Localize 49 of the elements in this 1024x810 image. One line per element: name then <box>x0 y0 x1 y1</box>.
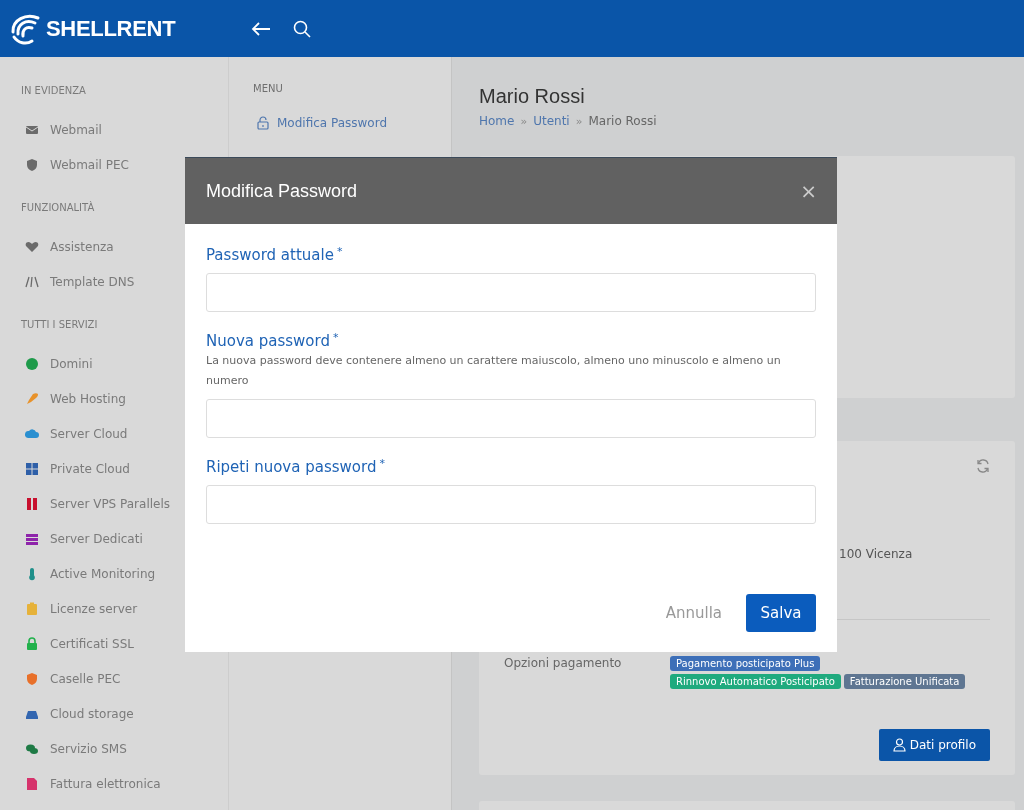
password-field[interactable] <box>206 273 816 312</box>
dialog-title: Modifica Password <box>206 180 358 202</box>
breadcrumb-current: Mario Rossi <box>588 114 657 128</box>
help-text: La nuova password deve contenere almeno un carattere maiuscolo, almeno uno minuscolo e almeno un numero <box>206 353 782 389</box>
field-label: Password attuale <box>206 246 334 264</box>
password-field[interactable] <box>206 399 816 438</box>
breadcrumb-separator: » <box>520 114 528 128</box>
sidebar-item[interactable]: Active Monitoring <box>0 556 228 591</box>
sidebar-item[interactable]: Server Cloud <box>0 416 228 451</box>
sidebar-item[interactable]: Fattura elettronica <box>0 766 228 801</box>
field-label: Ripeti nuova password <box>206 458 377 476</box>
sidebar-item[interactable]: Licenze server <box>0 591 228 626</box>
required-mark: * <box>379 458 385 469</box>
sidebar-item[interactable]: Server VPS Parallels <box>0 486 228 521</box>
sidebar-item[interactable]: Server Dedicati <box>0 521 228 556</box>
payment-tag: Fatturazione Unificata <box>843 674 966 689</box>
menu-link[interactable]: Modifica Password <box>253 116 451 130</box>
page-title: Mario Rossi <box>479 85 586 108</box>
sidebar-item[interactable]: Certificati SSL <box>0 626 228 661</box>
field-label: Nuova password <box>206 332 330 350</box>
section-heading: IN EVIDENZA <box>20 85 87 98</box>
required-mark: * <box>336 246 343 257</box>
refresh-icon[interactable] <box>976 459 990 473</box>
sidebar-item[interactable]: Cloud storage <box>0 696 228 731</box>
password-field[interactable] <box>206 485 816 524</box>
search-icon[interactable] <box>293 19 311 38</box>
sidebar-item[interactable]: Webmail <box>0 112 228 147</box>
section-heading: FUNZIONALITÀ <box>20 202 96 215</box>
person-icon <box>892 738 906 752</box>
payment-tag: Pagamento posticipato Plus <box>670 656 821 671</box>
breadcrumb-link[interactable]: Home <box>479 114 515 128</box>
breadcrumb-link[interactable]: Utenti <box>533 114 570 128</box>
profile-button[interactable]: Dati profilo <box>878 729 990 761</box>
sidebar-item[interactable]: Webmail PEC <box>0 147 228 182</box>
field-label: Opzioni pagamento <box>504 656 623 672</box>
cancel-button[interactable]: Annulla <box>665 604 722 622</box>
payment-tag: Rinnovo Automatico Posticipato <box>670 674 841 689</box>
close-button[interactable]: × <box>800 179 817 203</box>
logo-text: SHELLRENT <box>46 15 176 42</box>
breadcrumb-separator: » <box>575 114 583 128</box>
save-button[interactable]: Salva <box>746 594 816 632</box>
sidebar-item[interactable]: Template DNS <box>0 264 228 299</box>
address-text: 100 Vicenza <box>838 547 914 561</box>
required-mark: * <box>332 332 339 343</box>
padlock-icon <box>257 116 269 130</box>
menu-heading: MENU <box>253 83 284 94</box>
sidebar-item[interactable]: Caselle PEC <box>0 661 228 696</box>
sidebar-item[interactable]: Servizio SMS <box>0 731 228 766</box>
back-arrow-icon[interactable] <box>251 20 271 37</box>
